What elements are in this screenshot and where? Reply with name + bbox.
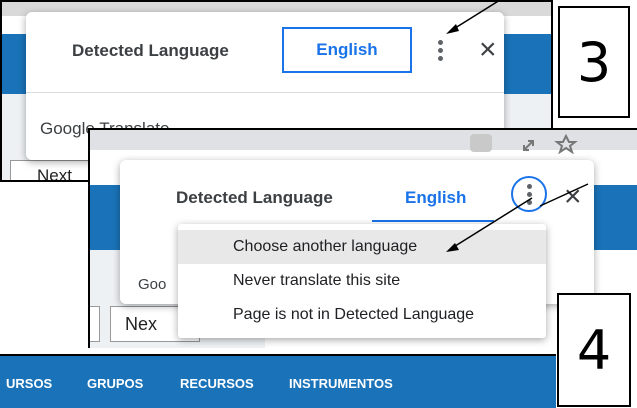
close-icon[interactable]: × xyxy=(479,32,497,68)
tab-detected-language[interactable]: Detected Language xyxy=(72,41,229,61)
share-icon xyxy=(523,140,534,151)
nav-item-recursos[interactable]: RECURSOS xyxy=(180,376,254,391)
active-tab-indicator xyxy=(372,220,494,222)
next-button[interactable]: Next xyxy=(10,160,90,180)
site-nav-bar: URSOS GRUPOS RECURSOS INSTRUMENTOS xyxy=(0,354,556,408)
tab-english[interactable]: English xyxy=(282,27,412,73)
more-options-icon[interactable] xyxy=(432,32,448,68)
menu-item-never-translate[interactable]: Never translate this site xyxy=(178,264,546,298)
more-options-menu: Choose another language Never translate … xyxy=(178,224,546,338)
bookmark-star-icon xyxy=(554,134,578,154)
more-options-icon[interactable] xyxy=(511,176,547,212)
toolbar-icons xyxy=(470,134,578,154)
google-translate-label: Goo xyxy=(138,276,167,293)
divider xyxy=(26,92,504,93)
step-label-4: 4 xyxy=(557,293,631,407)
input-box[interactable] xyxy=(90,306,100,342)
menu-item-page-not-in-language[interactable]: Page is not in Detected Language xyxy=(178,298,546,332)
nav-item-grupos[interactable]: GRUPOS xyxy=(87,376,143,391)
tab-english[interactable]: English xyxy=(405,188,466,208)
menu-item-choose-another-language[interactable]: Choose another language xyxy=(178,230,546,264)
nav-item-cursos[interactable]: URSOS xyxy=(6,376,52,391)
close-icon[interactable]: × xyxy=(564,182,582,212)
step-label-3: 3 xyxy=(558,6,630,118)
tab-detected-language[interactable]: Detected Language xyxy=(176,188,333,208)
translate-page-icon xyxy=(470,134,492,152)
nav-item-instrumentos[interactable]: INSTRUMENTOS xyxy=(289,376,393,391)
